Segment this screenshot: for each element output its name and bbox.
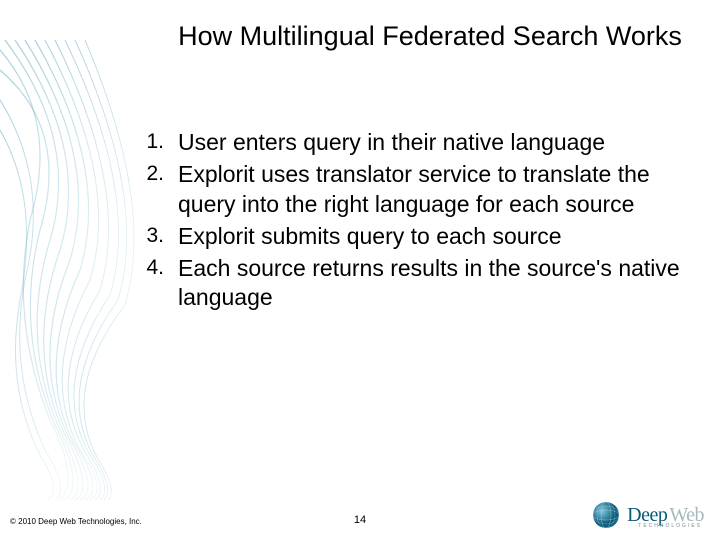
deep-web-logo: DeepWeb TECHNOLOGIES (591, 500, 704, 530)
steps-list: User enters query in their native langua… (120, 128, 690, 315)
list-item: Explorit uses translator service to tran… (120, 160, 690, 220)
logo-tagline: TECHNOLOGIES (638, 523, 702, 529)
page-number: 14 (354, 514, 366, 526)
globe-icon (591, 500, 621, 530)
copyright-text: © 2010 Deep Web Technologies, Inc. (10, 517, 142, 526)
list-item: Each source returns results in the sourc… (120, 254, 690, 314)
list-item: Explorit submits query to each source (120, 222, 690, 252)
list-item: User enters query in their native langua… (120, 128, 690, 158)
slide-title: How Multilingual Federated Search Works (170, 20, 690, 54)
